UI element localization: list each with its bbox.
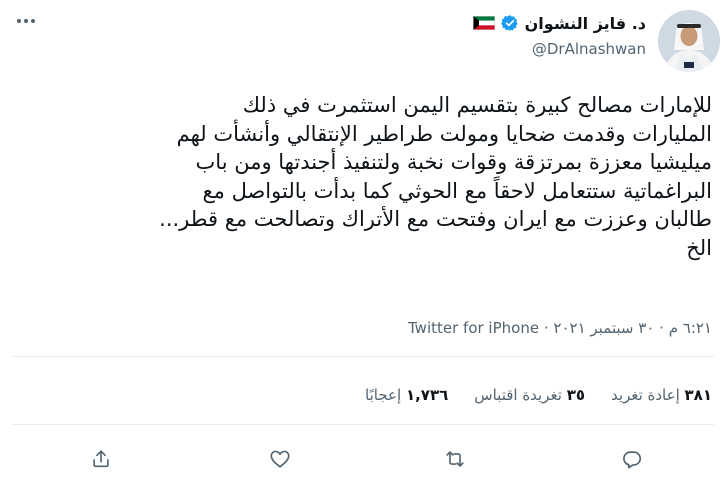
- retweet-button[interactable]: [440, 444, 470, 474]
- retweets-label: إعادة تغريد: [611, 386, 680, 404]
- like-button[interactable]: [265, 444, 295, 474]
- tweet-timestamp[interactable]: ٦:٢١ م · ٣٠ سبتمبر ٢٠٢١: [553, 319, 712, 337]
- retweets-count: ٣٨١: [684, 386, 712, 404]
- divider-top: [12, 356, 714, 357]
- tweet-meta: ٦:٢١ م · ٣٠ سبتمبر ٢٠٢١ · Twitter for iP…: [408, 319, 712, 337]
- retweets-stat[interactable]: ٣٨١ إعادة تغريد: [611, 386, 712, 404]
- likes-label: إعجابًا: [365, 386, 402, 404]
- author-handle[interactable]: @DrAlnashwan: [532, 40, 646, 58]
- likes-count: ١,٧٣٦: [405, 386, 449, 404]
- quotes-stat[interactable]: ٣٥ تغريدة اقتباس: [474, 386, 585, 404]
- tweet-card: د. فايز النشوان @DrAlnashwan للإمارات مص…: [0, 0, 726, 482]
- tweet-source[interactable]: Twitter for iPhone: [408, 319, 539, 337]
- more-dots-icon[interactable]: [14, 10, 38, 32]
- reply-button[interactable]: [617, 444, 647, 474]
- tweet-stats: ٣٨١ إعادة تغريد ٣٥ تغريدة اقتباس ١,٧٣٦ إ…: [365, 386, 712, 404]
- reply-icon: [623, 451, 642, 469]
- share-icon: [93, 450, 109, 468]
- action-bar: [0, 444, 726, 474]
- tweet-text: للإمارات مصالح كبيرة بتقسيم اليمن استثمر…: [159, 93, 712, 260]
- meta-separator: ·: [539, 319, 549, 337]
- divider-bottom: [12, 424, 714, 425]
- likes-stat[interactable]: ١,٧٣٦ إعجابًا: [365, 386, 448, 404]
- retweet-icon: [446, 451, 464, 467]
- author-name-row[interactable]: د. فايز النشوان: [472, 12, 646, 34]
- share-button[interactable]: [86, 444, 116, 474]
- verified-badge-icon: [500, 15, 518, 31]
- quotes-count: ٣٥: [566, 386, 586, 404]
- quotes-label: تغريدة اقتباس: [474, 386, 562, 404]
- avatar[interactable]: [658, 10, 720, 72]
- author-name[interactable]: د. فايز النشوان: [525, 14, 646, 33]
- kuwait-flag-icon: [472, 16, 495, 30]
- heart-icon: [270, 450, 290, 468]
